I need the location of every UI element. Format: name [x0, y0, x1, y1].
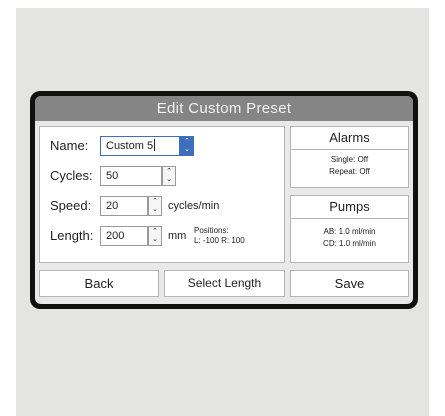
name-input[interactable]: Custom 5: [100, 136, 180, 156]
device-bezel: Edit Custom Preset Name: Custom 5 ⌃ ⌄ Cy…: [30, 91, 418, 309]
name-row: Name: Custom 5 ⌃ ⌄: [40, 135, 286, 157]
length-value: 200: [106, 230, 125, 242]
positions-label: Positions:: [194, 226, 229, 235]
cycles-label: Cycles:: [50, 168, 93, 183]
pumps-button[interactable]: Pumps AB: 1.0 ml/min CD: 1.0 ml/min: [290, 195, 409, 263]
text-cursor: [154, 139, 156, 151]
positions-readout: Positions: L: -100 R: 100: [194, 226, 245, 246]
length-stepper[interactable]: ⌃ ⌄: [148, 226, 162, 246]
save-button[interactable]: Save: [290, 270, 409, 297]
edit-preset-dialog: Edit Custom Preset Name: Custom 5 ⌃ ⌄ Cy…: [35, 96, 413, 304]
pumps-title: Pumps: [291, 196, 408, 219]
cycles-input[interactable]: 50: [100, 166, 162, 186]
cycles-row: Cycles: 50 ⌃ ⌄: [40, 165, 286, 187]
chevron-up-icon[interactable]: ⌃: [149, 228, 161, 236]
speed-value: 20: [106, 200, 119, 212]
speed-label: Speed:: [50, 198, 92, 213]
chevron-down-icon[interactable]: ⌄: [149, 206, 161, 214]
speed-unit: cycles/min: [168, 200, 220, 212]
chevron-down-icon[interactable]: ⌄: [149, 236, 161, 244]
speed-row: Speed: 20 ⌃ ⌄ cycles/min: [40, 195, 286, 217]
alarms-title: Alarms: [291, 127, 408, 150]
pump-cd-rate: CD: 1.0 ml/min: [323, 239, 376, 248]
back-button[interactable]: Back: [39, 270, 159, 297]
cycles-stepper[interactable]: ⌃ ⌄: [162, 166, 176, 186]
length-row: Length: 200 ⌃ ⌄ mm Positions: L: -100 R:…: [40, 225, 286, 247]
alarm-single-status: Single: Off: [330, 155, 369, 164]
pump-ab-rate: AB: 1.0 ml/min: [323, 227, 376, 236]
dialog-title: Edit Custom Preset: [35, 96, 413, 121]
alarm-repeat-status: Repeat: Off: [329, 167, 370, 176]
length-unit: mm: [168, 230, 187, 242]
name-label: Name:: [50, 138, 89, 153]
positions-values: L: -100 R: 100: [194, 236, 245, 245]
length-label: Length:: [50, 228, 94, 243]
speed-input[interactable]: 20: [100, 196, 148, 216]
chevron-up-icon[interactable]: ⌃: [163, 168, 175, 176]
length-input[interactable]: 200: [100, 226, 148, 246]
alarms-button[interactable]: Alarms Single: Off Repeat: Off: [290, 126, 409, 188]
name-stepper[interactable]: ⌃ ⌄: [180, 136, 194, 156]
settings-panel: Name: Custom 5 ⌃ ⌄ Cycles: 50 ⌃ ⌄ Speed:…: [39, 126, 285, 263]
chevron-up-icon[interactable]: ⌃: [149, 198, 161, 206]
name-value: Custom 5: [106, 140, 154, 152]
speed-stepper[interactable]: ⌃ ⌄: [148, 196, 162, 216]
chevron-down-icon[interactable]: ⌄: [181, 146, 193, 154]
select-length-button[interactable]: Select Length: [164, 270, 285, 297]
chevron-down-icon[interactable]: ⌄: [163, 176, 175, 184]
cycles-value: 50: [106, 170, 119, 182]
chevron-up-icon[interactable]: ⌃: [181, 138, 193, 146]
